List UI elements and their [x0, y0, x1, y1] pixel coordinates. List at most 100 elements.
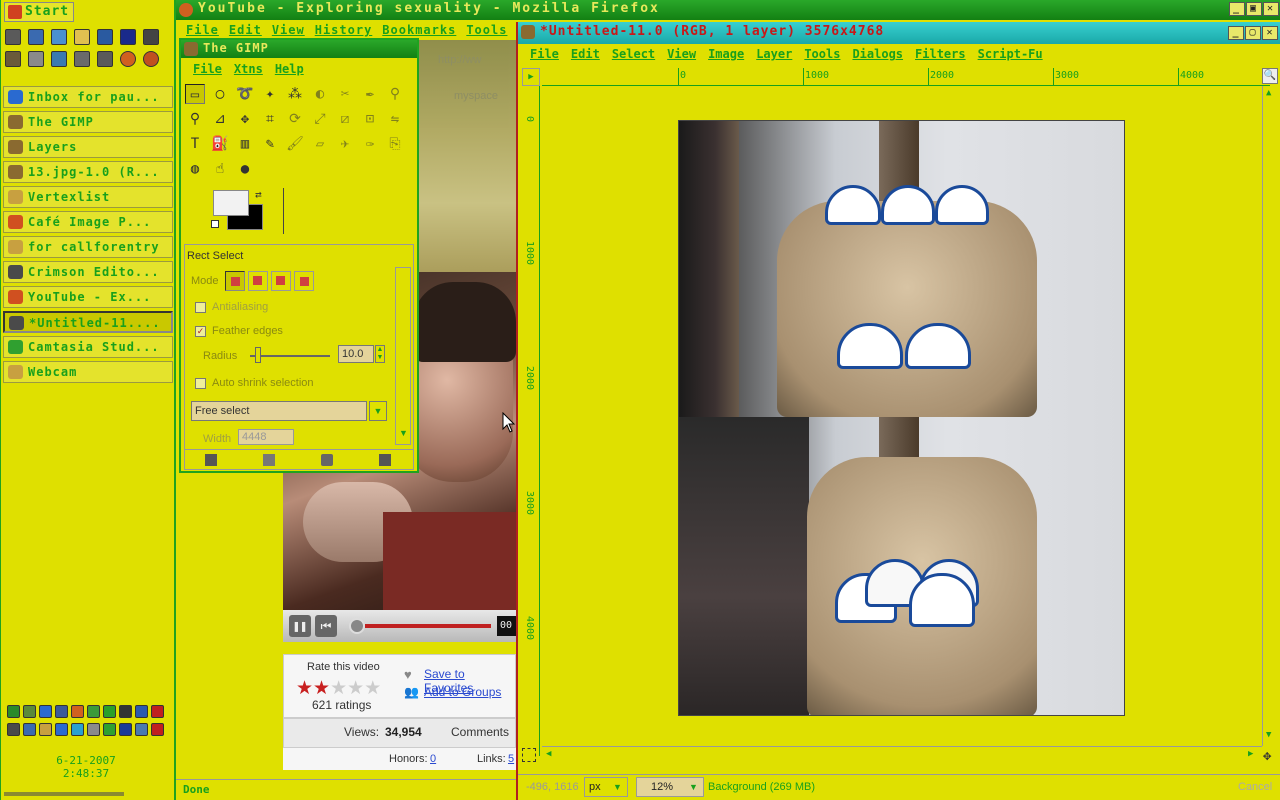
tray-icon[interactable]: [39, 705, 52, 718]
clone-icon[interactable]: ⎘: [385, 134, 405, 154]
cancel-button[interactable]: Cancel: [1238, 781, 1272, 793]
minimize-button[interactable]: _: [1229, 2, 1245, 16]
blend-icon[interactable]: ▥: [235, 134, 255, 154]
shear-icon[interactable]: ⧄: [335, 109, 355, 129]
star-icon[interactable]: ★: [364, 678, 381, 699]
gear-icon[interactable]: [97, 51, 113, 67]
image-menu-item[interactable]: Edit: [571, 47, 600, 61]
task-button[interactable]: Inbox for pau...: [3, 86, 173, 108]
task-button[interactable]: YouTube - Ex...: [3, 286, 173, 308]
task-button[interactable]: Webcam: [3, 361, 173, 383]
smudge-icon[interactable]: ☝: [210, 159, 230, 179]
move-icon[interactable]: ✥: [235, 109, 255, 129]
star-icon[interactable]: ★: [330, 678, 347, 699]
ellipse-select-icon[interactable]: ◯: [210, 84, 230, 104]
list-icon[interactable]: [74, 51, 90, 67]
navigate-icon[interactable]: ✥: [1263, 748, 1271, 764]
fuzzy-select-icon[interactable]: ⁂: [285, 84, 305, 104]
tray-icon[interactable]: [103, 705, 116, 718]
close-button[interactable]: ✕: [1263, 2, 1279, 16]
paths-icon[interactable]: ✒: [360, 84, 380, 104]
radius-slider-handle[interactable]: [255, 347, 261, 363]
taskbar-scroll[interactable]: [4, 792, 124, 796]
gimp-menu-item[interactable]: File: [193, 62, 222, 76]
tray-icon[interactable]: [55, 705, 68, 718]
eraser-icon[interactable]: ▱: [310, 134, 330, 154]
add-groups-link[interactable]: Add to Groups: [424, 685, 501, 699]
honors-value[interactable]: 0: [430, 753, 436, 765]
tray-icon[interactable]: [23, 705, 36, 718]
image-menu-item[interactable]: Script-Fu: [978, 47, 1043, 61]
radius-spinner[interactable]: ▲ ▼: [375, 345, 385, 363]
seek-handle[interactable]: [349, 618, 365, 634]
firefox-title-bar[interactable]: YouTube - Exploring sexuality - Mozilla …: [176, 0, 1280, 20]
scroll-right-icon[interactable]: ▶: [1248, 749, 1253, 759]
radius-slider[interactable]: [250, 355, 330, 357]
image-menu-item[interactable]: Dialogs: [852, 47, 903, 61]
mode-replace-button[interactable]: [225, 271, 245, 291]
scale-icon[interactable]: ⤢: [310, 109, 330, 129]
task-button[interactable]: Camtasia Stud...: [3, 336, 173, 358]
unit-dropdown[interactable]: px ▼: [584, 777, 628, 797]
image-menu-item[interactable]: Image: [708, 47, 744, 61]
image-minimize-button[interactable]: _: [1228, 26, 1244, 40]
firefox-menu-item[interactable]: Bookmarks: [382, 23, 456, 37]
firefox-icon[interactable]: [120, 51, 136, 67]
zoom-icon[interactable]: ⚲: [185, 109, 205, 129]
image-menu-item[interactable]: View: [667, 47, 696, 61]
measure-icon[interactable]: ⊿: [210, 109, 230, 129]
task-button[interactable]: Layers: [3, 136, 173, 158]
tray-icon[interactable]: [135, 723, 148, 736]
image-menu-item[interactable]: Select: [612, 47, 655, 61]
rewind-button[interactable]: ⏮: [315, 615, 337, 637]
feather-option[interactable]: ✓ Feather edges: [195, 325, 283, 337]
lasso-icon[interactable]: ➰: [235, 84, 255, 104]
scroll-up-icon[interactable]: ▲: [1266, 88, 1271, 98]
menu-icon[interactable]: [120, 29, 136, 45]
gimp-menu-item[interactable]: Help: [275, 62, 304, 76]
image-canvas[interactable]: [678, 120, 1125, 716]
default-colors-icon[interactable]: [211, 220, 219, 228]
image-menu-item[interactable]: Layer: [756, 47, 792, 61]
task-button[interactable]: 13.jpg-1.0 (R...: [3, 161, 173, 183]
tray-icon[interactable]: [151, 723, 164, 736]
gimp-toolbox-title-bar[interactable]: The GIMP: [181, 40, 417, 58]
image-menu-item[interactable]: File: [530, 47, 559, 61]
maximize-button[interactable]: ▣: [1246, 2, 1262, 16]
task-button[interactable]: The GIMP: [3, 111, 173, 133]
tray-icon[interactable]: [151, 705, 164, 718]
magic-wand-icon[interactable]: ✦: [260, 84, 280, 104]
tray-icon[interactable]: [23, 723, 36, 736]
delete-options-button[interactable]: [321, 454, 333, 466]
network-icon[interactable]: [28, 29, 44, 45]
flip-icon[interactable]: ⇋: [385, 109, 405, 129]
tray-icon[interactable]: [119, 705, 132, 718]
tray-icon[interactable]: [55, 723, 68, 736]
firefox-menu-item[interactable]: View: [272, 23, 305, 37]
save-options-button[interactable]: [205, 454, 217, 466]
seek-bar[interactable]: [365, 624, 491, 628]
width-input[interactable]: 4448: [238, 429, 294, 445]
radius-input[interactable]: 10.0: [338, 345, 374, 363]
auto-shrink-option[interactable]: Auto shrink selection: [195, 377, 314, 389]
image-maximize-button[interactable]: ▢: [1245, 26, 1261, 40]
pause-button[interactable]: ❚❚: [289, 615, 311, 637]
task-button[interactable]: Crimson Edito...: [3, 261, 173, 283]
firefox-menu-item[interactable]: Edit: [229, 23, 262, 37]
tray-icon[interactable]: [87, 723, 100, 736]
task-button[interactable]: Vertexlist: [3, 186, 173, 208]
calendar-icon[interactable]: [28, 51, 44, 67]
star-icon[interactable]: ★: [347, 678, 364, 699]
home-icon[interactable]: [5, 29, 21, 45]
scroll-down-icon[interactable]: ▼: [399, 428, 408, 438]
tray-icon[interactable]: [103, 723, 116, 736]
image-menu-item[interactable]: Filters: [915, 47, 966, 61]
firefox-alt-icon[interactable]: [143, 51, 159, 67]
antialiasing-option[interactable]: Antialiasing: [195, 301, 268, 313]
star-icon[interactable]: ★: [313, 678, 330, 699]
tray-icon[interactable]: [87, 705, 100, 718]
paintbrush-icon[interactable]: 🖌: [285, 134, 305, 154]
scissors-icon[interactable]: ✂: [335, 84, 355, 104]
task-button[interactable]: Café Image P...: [3, 211, 173, 233]
tray-icon[interactable]: [7, 723, 20, 736]
